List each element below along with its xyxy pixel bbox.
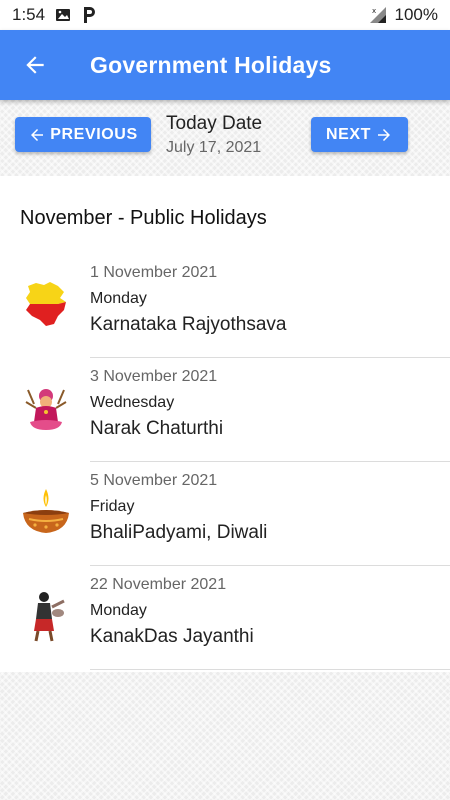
holiday-day: Wednesday (90, 394, 175, 411)
holiday-name: Karnataka Rajyothsava (90, 314, 287, 335)
date-navigation: PREVIOUS Today Date July 17, 2021 NEXT (0, 100, 450, 176)
holiday-date: 22 November 2021 (90, 576, 227, 593)
status-time: 1:54 (12, 5, 46, 24)
holidays-card: November - Public Holidays 1 November 20… (0, 176, 450, 672)
previous-label: PREVIOUS (50, 125, 138, 143)
holiday-name: KanakDas Jayanthi (90, 626, 254, 647)
today-label: Today Date (166, 113, 263, 134)
holiday-day: Monday (90, 602, 147, 619)
holiday-name: BhaliPadyami, Diwali (90, 522, 268, 543)
list-item[interactable]: 5 November 2021 Friday BhaliPadyami, Diw… (0, 462, 450, 566)
next-button[interactable]: NEXT (311, 117, 408, 152)
status-bar: 1:54 x 100% (0, 0, 450, 30)
previous-button[interactable]: PREVIOUS (15, 117, 151, 152)
battery-percent: 100% (394, 5, 438, 24)
holiday-day: Monday (90, 290, 147, 307)
back-arrow-icon (26, 56, 44, 74)
back-button[interactable] (5, 30, 65, 100)
diya-lamp-icon (18, 484, 74, 540)
list-item[interactable]: 3 November 2021 Wednesday Narak Chaturth… (0, 358, 450, 462)
divider (90, 669, 450, 670)
holiday-day: Friday (90, 498, 135, 515)
parking-notification-icon (81, 6, 97, 24)
today-date: July 17, 2021 (166, 139, 262, 156)
holiday-name: Narak Chaturthi (90, 418, 224, 439)
image-notification-icon (55, 7, 71, 23)
app-bar: Government Holidays (0, 30, 450, 100)
section-title: November - Public Holidays (20, 207, 267, 229)
arrow-right-icon (378, 128, 391, 141)
holiday-date: 3 November 2021 (90, 368, 218, 385)
page-title: Government Holidays (90, 51, 332, 78)
svg-text:x: x (372, 7, 376, 15)
signal-icon: x (369, 6, 387, 24)
saint-figure-icon (18, 588, 74, 644)
karnataka-map-icon (18, 276, 74, 332)
holiday-date: 5 November 2021 (90, 472, 218, 489)
today-block: Today Date July 17, 2021 (166, 113, 262, 157)
holiday-date: 1 November 2021 (90, 264, 218, 281)
list-item[interactable]: 1 November 2021 Monday Karnataka Rajyoth… (0, 254, 450, 358)
next-label: NEXT (325, 125, 372, 143)
arrow-left-icon (31, 128, 44, 141)
goddess-icon (18, 380, 74, 436)
list-item[interactable]: 22 November 2021 Monday KanakDas Jayanth… (0, 566, 450, 670)
